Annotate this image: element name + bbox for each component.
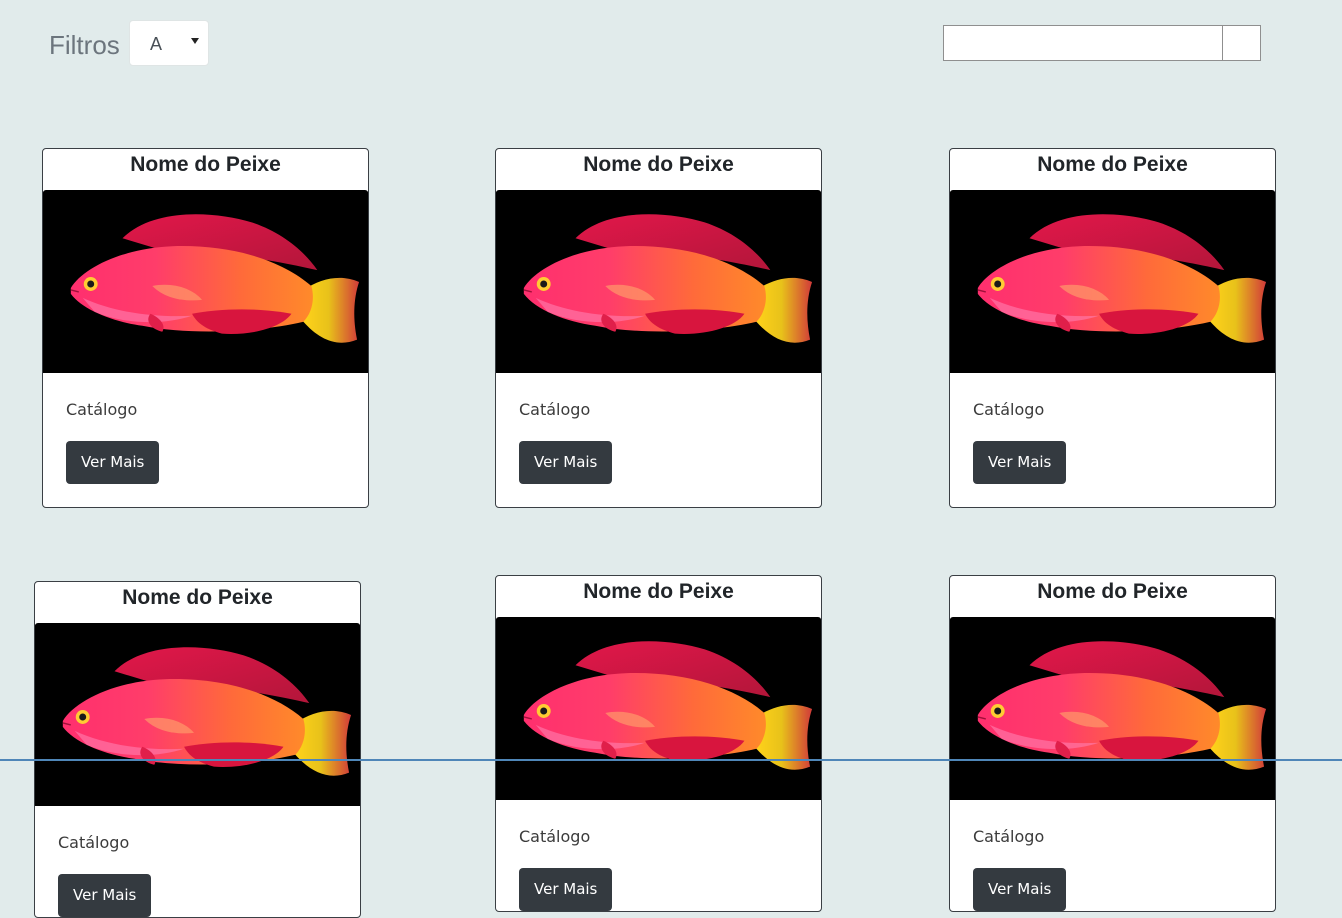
fish-card: Nome do Peixe Catálogo Ver Mais [42,148,369,508]
card-title: Nome do Peixe [1037,153,1188,176]
ver-mais-button[interactable]: Ver Mais [66,441,160,484]
card-title: Nome do Peixe [130,153,281,176]
card-title: Nome do Peixe [583,153,734,176]
ver-mais-button[interactable]: Ver Mais [973,868,1067,911]
ver-mais-button[interactable]: Ver Mais [58,874,152,917]
ver-mais-button[interactable]: Ver Mais [519,868,613,911]
fish-card: Nome do Peixe Catálogo Ver Mais [495,148,822,508]
card-title: Nome do Peixe [122,586,273,609]
card-text: Catálogo [519,827,591,846]
fish-image [35,623,360,806]
card-text: Catálogo [58,833,130,852]
fish-image [43,190,368,373]
ver-mais-button[interactable]: Ver Mais [973,441,1067,484]
card-text: Catálogo [973,400,1045,419]
ver-mais-button[interactable]: Ver Mais [519,441,613,484]
fish-image [496,190,821,373]
card-text: Catálogo [973,827,1045,846]
fish-image [950,190,1275,373]
card-title: Nome do Peixe [1037,580,1188,603]
filter-label: Filtros [49,30,120,60]
card-text: Catálogo [519,400,591,419]
card-text: Catálogo [66,400,138,419]
filter-selected-value: A [150,34,163,54]
card-title: Nome do Peixe [583,580,734,603]
search-input[interactable] [943,25,1223,61]
caret-down-icon [191,38,199,44]
fish-image [496,617,821,800]
fish-card: Nome do Peixe Catálogo Ver Mais [949,148,1276,508]
fish-card: Nome do Peixe Catálogo Ver Mais [949,575,1276,912]
search-button[interactable] [1223,25,1261,61]
fish-image [950,617,1275,800]
filter-select[interactable]: A [129,20,209,66]
fish-card: Nome do Peixe Catálogo Ver Mais [34,581,361,918]
fish-card: Nome do Peixe Catálogo Ver Mais [495,575,822,912]
